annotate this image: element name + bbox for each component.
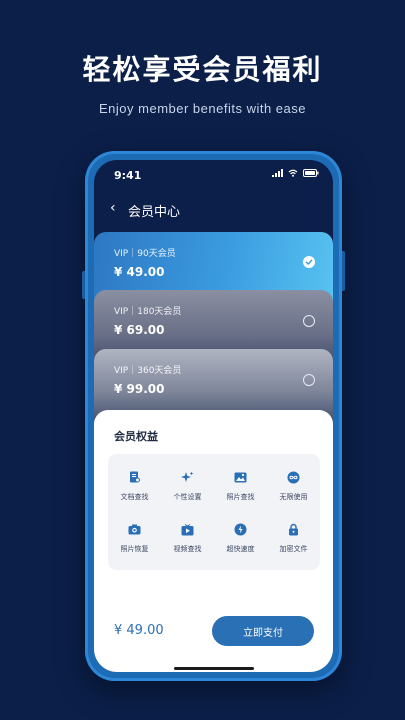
benefit-item[interactable]: 文档查找 (108, 460, 161, 512)
infinity-icon (287, 471, 301, 485)
plan-price: ¥ 69.00 (114, 323, 165, 337)
plan-label: VIP｜90天会员 (114, 249, 176, 259)
pay-now-button[interactable]: 立即支付 (212, 616, 314, 646)
speed-icon (234, 523, 248, 537)
radio-unselected-icon[interactable] (303, 315, 315, 327)
benefit-label: 个性设置 (173, 492, 202, 501)
page-title: 会员中心 (128, 205, 181, 220)
phone-screen: 9:41 ‹ 会员中心 VIP｜90天会员 ¥ 49.00 VIP｜180天会员… (94, 160, 333, 672)
video-icon (181, 523, 195, 537)
chevron-left-icon[interactable]: ‹ (110, 200, 116, 216)
phone-power-button (342, 251, 345, 291)
benefit-item[interactable]: 加密文件 (267, 512, 320, 564)
radio-unselected-icon[interactable] (303, 374, 315, 386)
benefit-item[interactable]: 照片查找 (214, 460, 267, 512)
promo-subtitle: Enjoy member benefits with ease (99, 101, 306, 116)
benefits-title: 会员权益 (114, 430, 158, 443)
plan-label: VIP｜180天会员 (114, 307, 182, 317)
benefit-label: 视频查找 (173, 544, 202, 553)
sparkle-icon (181, 471, 195, 485)
benefit-label: 照片恢复 (120, 544, 149, 553)
total-price: ¥ 49.00 (114, 623, 164, 638)
benefit-label: 超快速度 (226, 544, 255, 553)
wifi-icon (288, 169, 298, 177)
benefit-label: 文档查找 (120, 492, 149, 501)
promo-title: 轻松享受会员福利 (82, 53, 323, 86)
benefit-item[interactable]: 视频查找 (161, 512, 214, 564)
document-search-icon (128, 471, 142, 485)
phone-frame: 9:41 ‹ 会员中心 VIP｜90天会员 ¥ 49.00 VIP｜180天会员… (82, 151, 345, 681)
benefit-label: 照片查找 (226, 492, 255, 501)
home-indicator (174, 667, 254, 670)
status-time: 9:41 (114, 169, 142, 182)
plan-price: ¥ 99.00 (114, 382, 165, 396)
status-bar: 9:41 (94, 160, 333, 190)
check-selected-icon[interactable] (303, 256, 315, 268)
camera-icon (128, 523, 142, 537)
plan-label: VIP｜360天会员 (114, 366, 182, 376)
image-icon (234, 471, 248, 485)
benefit-item[interactable]: 无限使用 (267, 460, 320, 512)
lock-icon (287, 523, 301, 537)
nav-bar: ‹ 会员中心 (94, 196, 333, 226)
benefits-panel: 会员权益 文档查找 个性设置 照片查找 无限使用 照片恢复 视频查找 超快速度 … (94, 410, 333, 672)
benefit-label: 加密文件 (279, 544, 308, 553)
benefit-item[interactable]: 个性设置 (161, 460, 214, 512)
battery-icon (303, 169, 319, 177)
benefits-grid: 文档查找 个性设置 照片查找 无限使用 照片恢复 视频查找 超快速度 加密文件 (108, 454, 320, 570)
phone-side-button (82, 271, 85, 299)
plan-price: ¥ 49.00 (114, 265, 165, 279)
benefit-item[interactable]: 照片恢复 (108, 512, 161, 564)
signal-icon (272, 169, 283, 177)
benefit-label: 无限使用 (279, 492, 308, 501)
benefit-item[interactable]: 超快速度 (214, 512, 267, 564)
